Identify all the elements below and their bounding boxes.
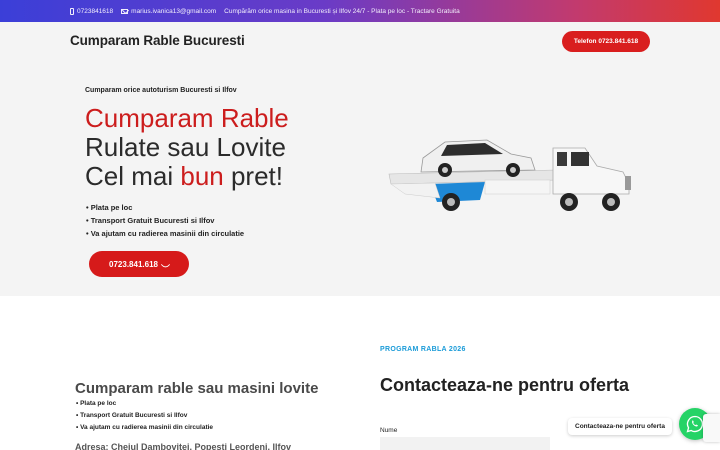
topbar-email[interactable]: marius.ivanica13@gmail.com [121,8,216,15]
hero-benefit-item: • Transport Gratuit Bucuresti si Ilfov [86,216,215,225]
hero-title-line3-post: pret! [223,161,283,191]
mail-icon [121,8,129,14]
section-benefit-item: • Transport Gratuit Bucuresti si Ilfov [76,412,188,419]
section-benefit-item: • Plata pe loc [76,400,117,407]
topbar-email-text: marius.ivanica13@gmail.com [131,7,217,15]
recaptcha-badge[interactable] [703,414,720,442]
hero-call-label: 0723.841.618 [109,259,158,269]
hero-subtitle: Cumparam orice autoturism Bucuresti si I… [85,87,237,94]
site-header: Cumparam Rable Bucuresti Telefon 0723.84… [0,22,720,62]
topbar-phone-text: 0723841618 [77,7,114,15]
hero-title-line3: Cel mai bun pret! [85,162,289,191]
top-info-bar: 0723841618 marius.ivanica13@gmail.com Cu… [0,0,720,22]
tow-truck-image [388,139,631,211]
whatsapp-icon [686,415,704,433]
hero-title-line3-pre: Cel mai [85,161,181,191]
hero-benefit-item: • Plata pe loc [86,203,133,212]
hero-title-highlight: bun [180,161,224,191]
phone-icon [160,259,171,269]
topbar-tagline: Cumpărăm orice masina in Bucuresti și Il… [224,8,460,15]
hero-benefit-item: • Va ajutam cu radierea masinii din circ… [86,229,245,238]
section-benefit-list: • Plata pe loc • Transport Gratuit Bucur… [76,398,213,434]
contact-form-title: Contacteaza-ne pentru oferta [380,375,630,395]
hero-title-line2: Rulate sau Lovite [85,132,286,162]
topbar-tagline-text: Cumpărăm orice masina in Bucuresti și Il… [224,7,460,15]
program-label: PROGRAM RABLA 2026 [380,346,466,353]
name-field-label: Nume [380,427,398,434]
whatsapp-tooltip[interactable]: Contacteaza-ne pentru oferta [568,418,672,435]
topbar-phone[interactable]: 0723841618 [70,7,114,15]
hero-title: Cumparam Rable Rulate sau Lovite Cel mai… [85,104,289,191]
site-logo[interactable]: Cumparam Rable Bucuresti [70,33,245,48]
name-field[interactable] [380,437,550,450]
hero-section: Cumparam orice autoturism Bucuresti si I… [0,62,720,296]
hero-benefit-list: • Plata pe loc • Transport Gratuit Bucur… [86,201,244,240]
hero-call-button[interactable]: 0723.841.618 [89,251,189,277]
section-benefit-item: • Va ajutam cu radierea masinii din circ… [76,424,214,431]
address-text: Adresa: Cheiul Dambovitei, Popesti Leord… [75,442,292,450]
header-phone-button[interactable]: Telefon 0723.841.618 [562,31,650,52]
section-title: Cumparam rable sau masini lovite [75,380,319,397]
hero-title-line1: Cumparam Rable [85,103,289,133]
phone-icon [70,7,74,15]
